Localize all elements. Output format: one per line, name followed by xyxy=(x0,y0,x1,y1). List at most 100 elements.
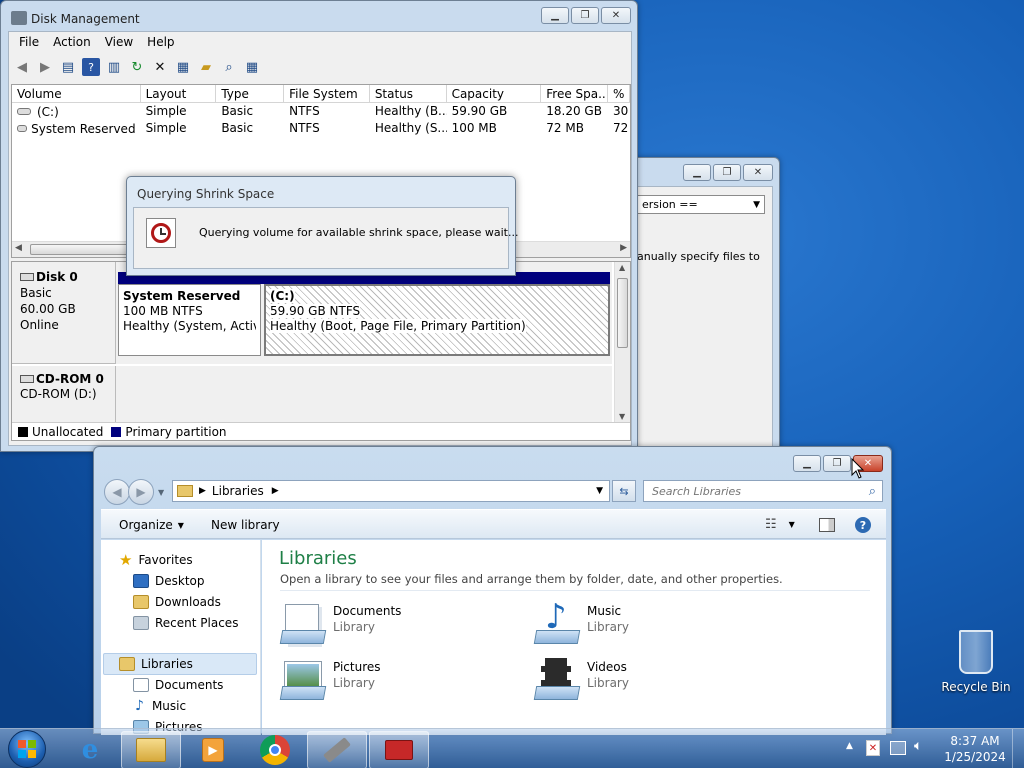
cell: 72 xyxy=(613,121,629,135)
minimize-button[interactable]: ▁ xyxy=(541,7,569,24)
library-pictures[interactable]: Pictures Library xyxy=(279,656,381,704)
music-note-icon: ♪ xyxy=(135,698,144,714)
column-header[interactable]: % F xyxy=(608,85,630,102)
library-type: Library xyxy=(587,620,629,634)
organize-button[interactable]: Organize ▼ xyxy=(119,518,184,532)
show-desktop-button[interactable] xyxy=(1012,729,1024,768)
network-icon[interactable] xyxy=(890,741,906,755)
scroll-right-icon[interactable]: ▶ xyxy=(620,243,627,253)
search-icon[interactable]: ⌕ xyxy=(869,484,876,499)
page-subtitle: Open a library to see your files and arr… xyxy=(280,572,783,586)
menu-help[interactable]: Help xyxy=(147,35,174,49)
taskbar-media-player[interactable]: ▶ xyxy=(183,731,243,768)
disk0-label[interactable]: Disk 0 Basic 60.00 GB Online xyxy=(12,262,116,364)
nav-libraries[interactable]: Libraries xyxy=(119,654,193,674)
restore-button[interactable]: ❐ xyxy=(713,164,741,181)
column-header[interactable]: Free Spa... xyxy=(541,85,609,102)
library-documents[interactable]: Documents Library xyxy=(279,600,401,648)
recycle-bin-desktop-icon[interactable]: Recycle Bin xyxy=(940,630,1012,702)
column-header[interactable]: Status xyxy=(370,85,447,102)
vertical-scrollbar[interactable]: ▲ ▼ xyxy=(614,262,630,422)
cdrom0-label[interactable]: CD-ROM 0 CD-ROM (D:) xyxy=(12,366,116,422)
column-header[interactable]: Volume xyxy=(12,85,141,102)
start-button[interactable] xyxy=(8,730,46,768)
command-bar: Organize ▼ New library ☷ ▼ ? xyxy=(101,509,886,539)
menu-action[interactable]: Action xyxy=(53,35,91,49)
chevron-down-icon: ▼ xyxy=(753,199,760,210)
column-header[interactable]: Capacity xyxy=(447,85,542,102)
nav-music[interactable]: ♪ Music xyxy=(133,696,186,716)
taskbar-ie[interactable]: e xyxy=(60,731,120,768)
partition-c[interactable]: (C:) 59.90 GB NTFS Healthy (Boot, Page F… xyxy=(264,284,610,356)
nav-favorites[interactable]: ★ Favorites xyxy=(119,550,193,570)
search-input[interactable] xyxy=(652,484,852,498)
action-center-icon[interactable]: ✕ xyxy=(866,740,880,756)
taskbar-computer-management[interactable] xyxy=(369,731,429,768)
menu-file[interactable]: File xyxy=(19,35,39,49)
new-library-button[interactable]: New library xyxy=(211,518,280,532)
refresh-icon[interactable]: ↻ xyxy=(128,58,146,76)
shrink-dialog: Querying Shrink Space Querying volume fo… xyxy=(126,176,518,276)
maximize-button[interactable]: ❐ xyxy=(823,455,851,472)
nav-recent-places[interactable]: Recent Places xyxy=(133,613,238,633)
forward-button[interactable]: ▶ xyxy=(128,479,154,505)
taskbar-chrome[interactable] xyxy=(245,731,305,768)
search-icon[interactable]: ⌕ xyxy=(220,58,238,76)
forward-arrow-icon[interactable]: ▶ xyxy=(36,58,54,76)
partition-name: System Reserved xyxy=(123,289,241,303)
delete-icon[interactable]: ✕ xyxy=(151,58,169,76)
minimize-button[interactable]: ▁ xyxy=(793,455,821,472)
column-header[interactable]: Layout xyxy=(141,85,217,102)
clock-date: 1/25/2024 xyxy=(944,750,1006,764)
address-bar[interactable]: ▶ Libraries ▶ ▼ xyxy=(172,480,610,502)
menu-bar: File Action View Help xyxy=(19,35,189,49)
properties-icon[interactable]: ▦ xyxy=(174,58,192,76)
show-hidden-icons-icon[interactable]: ▲ xyxy=(846,741,853,751)
back-arrow-icon[interactable]: ◀ xyxy=(13,58,31,76)
taskbar-app-tool[interactable] xyxy=(307,731,367,768)
properties-pane-icon[interactable]: ▥ xyxy=(105,58,123,76)
breadcrumb-separator-icon[interactable]: ▶ xyxy=(272,486,279,496)
column-header[interactable]: File System xyxy=(284,85,370,102)
partition-system-reserved[interactable]: System Reserved 100 MB NTFS Healthy (Sys… xyxy=(118,284,261,356)
help-icon[interactable]: ? xyxy=(855,517,871,533)
show-hide-console-icon[interactable]: ▤ xyxy=(59,58,77,76)
scroll-left-icon[interactable]: ◀ xyxy=(15,243,22,253)
close-button[interactable]: ✕ xyxy=(601,7,631,24)
scroll-up-icon[interactable]: ▲ xyxy=(619,263,625,272)
cdrom-icon xyxy=(20,375,34,383)
minimize-button[interactable]: ▁ xyxy=(683,164,711,181)
preview-pane-icon[interactable] xyxy=(819,518,835,532)
menu-view[interactable]: View xyxy=(105,35,133,49)
back-button[interactable]: ◀ xyxy=(104,479,130,505)
pictures-library-icon xyxy=(279,656,327,704)
open-folder-icon[interactable]: ▰ xyxy=(197,58,215,76)
nav-favorites-label: Favorites xyxy=(138,553,193,567)
scrollbar-thumb[interactable] xyxy=(30,244,140,255)
taskbar-explorer[interactable] xyxy=(121,731,181,768)
nav-downloads[interactable]: Downloads xyxy=(133,592,221,612)
table-row[interactable]: (C:) Simple Basic NTFS Healthy (B... 59.… xyxy=(12,103,630,120)
column-header[interactable]: Type xyxy=(216,85,285,102)
partition-status: Healthy (System, Active, xyxy=(123,319,256,333)
recent-pages-icon[interactable]: ▼ xyxy=(158,488,164,505)
view-icon[interactable]: ▦ xyxy=(243,58,261,76)
close-button[interactable]: ✕ xyxy=(743,164,773,181)
nav-documents[interactable]: Documents xyxy=(133,675,223,695)
version-dropdown[interactable]: ersion == ▼ xyxy=(637,195,765,214)
address-dropdown-icon[interactable]: ▼ xyxy=(596,486,603,496)
scrollbar-thumb[interactable] xyxy=(617,278,628,348)
nav-desktop[interactable]: Desktop xyxy=(133,571,205,591)
breadcrumb[interactable]: Libraries xyxy=(212,484,264,498)
clock[interactable]: 8:37 AM 1/25/2024 xyxy=(942,733,1008,765)
restore-button[interactable]: ❐ xyxy=(571,7,599,24)
search-box[interactable]: ⌕ xyxy=(643,480,883,502)
change-view-button[interactable]: ☷ ▼ xyxy=(765,517,795,532)
library-music[interactable]: ♪ Music Library xyxy=(533,600,629,648)
help-icon[interactable]: ? xyxy=(82,58,100,76)
table-row[interactable]: System Reserved Simple Basic NTFS Health… xyxy=(12,120,630,137)
library-videos[interactable]: Videos Library xyxy=(533,656,629,704)
volume-icon[interactable]: 🔈︎ xyxy=(914,738,922,754)
refresh-button[interactable]: ⇆ xyxy=(612,480,636,502)
scroll-down-icon[interactable]: ▼ xyxy=(619,412,625,421)
